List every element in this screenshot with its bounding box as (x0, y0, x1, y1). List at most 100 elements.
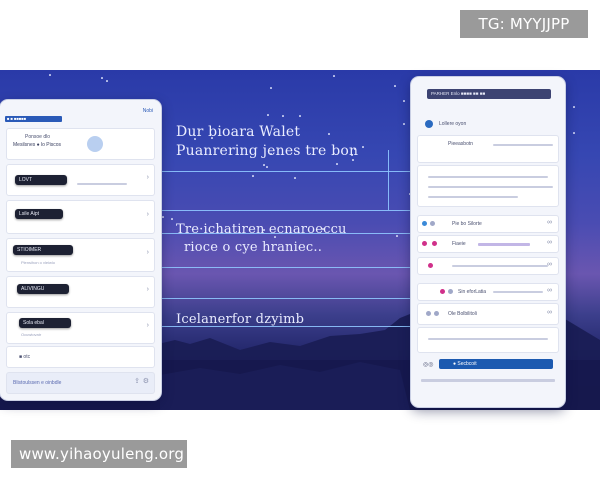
link-icon[interactable]: ∞ (547, 287, 552, 294)
star (396, 235, 398, 237)
right-header-bar: PARHER Enlo ■■■■ ■■ ■■ (427, 89, 551, 99)
list-item[interactable] (417, 165, 559, 207)
list-item[interactable]: LOVT › (6, 164, 155, 196)
row-label: ■ otc (19, 354, 31, 360)
watermark-top: TG: MYYJJPP (460, 10, 588, 38)
link-icon[interactable]: ∞ (547, 239, 552, 246)
section-header: Lollere oyon (417, 117, 559, 131)
status-dot (440, 289, 445, 294)
progress-line (428, 176, 548, 178)
connector-line (388, 150, 389, 210)
row-caption: Plensihon o vleiwlo (21, 260, 56, 265)
status-dot (432, 241, 437, 246)
connector-line (160, 233, 410, 234)
action-row: ◎◎ ● Secbcoit (417, 355, 559, 373)
progress-line (77, 183, 127, 185)
status-dot (434, 311, 439, 316)
progress-line (452, 265, 548, 267)
connector-line (160, 267, 410, 268)
pill-button[interactable]: Sola ebal (19, 318, 71, 328)
glasses-icon: ◎◎ (423, 362, 434, 368)
star (162, 216, 164, 218)
star (362, 146, 364, 148)
search-bar[interactable]: Blistoulssen e oinbdle ⇪ ⚙ (6, 372, 155, 394)
star (101, 77, 103, 79)
item-label: Fiaeie (452, 241, 466, 247)
watermark-bottom: www.yihaoyuleng.org (11, 440, 187, 468)
list-item[interactable]: Lsile Aipt › (6, 200, 155, 234)
profile-title: Ponsoe dlo (25, 134, 51, 140)
list-item[interactable]: ∞ (417, 257, 559, 275)
list-item[interactable]: Ole Bolbilitoli ∞ (417, 303, 559, 325)
list-item[interactable]: Sola ebal Ocuwtovatr › (6, 312, 155, 344)
link-icon[interactable]: ∞ (547, 219, 552, 226)
header-right-label[interactable]: Nobi (143, 108, 153, 114)
star (252, 175, 254, 177)
status-dot (422, 221, 427, 226)
pill-button[interactable]: Lsile Aipt (15, 209, 63, 219)
search-placeholder: Blistoulssen e oinbdle (13, 380, 62, 386)
star (106, 80, 108, 82)
status-dot (426, 311, 431, 316)
list-item[interactable]: Fiaeie ∞ (417, 235, 559, 253)
star (294, 177, 296, 179)
star (171, 218, 173, 220)
link-icon[interactable]: ∞ (547, 261, 552, 268)
pill-button[interactable]: ALIVINGU (17, 284, 69, 294)
info-icon (425, 120, 433, 128)
progress-line (493, 144, 553, 146)
primary-action-button[interactable]: ● Secbcoit (439, 359, 553, 369)
list-item[interactable]: ALIVINGU › (6, 276, 155, 308)
list-item[interactable]: Pieeasbotn (417, 135, 559, 163)
star (270, 87, 272, 89)
chevron-right-icon: › (146, 174, 149, 181)
item-label: Ole Bolbilitoli (448, 311, 477, 317)
pill-button[interactable]: LOVT (15, 175, 67, 185)
progress-line (428, 196, 518, 198)
connector-line (160, 326, 410, 327)
profile-card[interactable]: Ponsoe dlo Mesilsnes ● lo Piscos (6, 128, 155, 160)
star (263, 164, 265, 166)
settings-icon[interactable]: ⚙ (143, 377, 149, 385)
star (403, 123, 405, 125)
star (394, 85, 396, 87)
headline-line-4: rioce o cye hraniec.. (184, 240, 323, 255)
chevron-right-icon: › (146, 286, 149, 293)
chevron-right-icon: › (146, 249, 149, 256)
progress-line (428, 338, 548, 340)
chevron-right-icon: › (146, 322, 149, 329)
star (49, 74, 51, 76)
status-dot (428, 263, 433, 268)
item-label: Pie bo Silorte (452, 221, 482, 227)
star (573, 106, 575, 108)
star (333, 75, 335, 77)
avatar (87, 136, 103, 152)
connector-line (160, 171, 410, 172)
link-icon[interactable]: ∞ (547, 309, 552, 316)
list-item[interactable]: Pie bo Silorte ∞ (417, 215, 559, 233)
list-item[interactable]: STIOIMER Plensihon o vleiwlo › (6, 238, 155, 272)
list-item[interactable]: ■ otc (6, 346, 155, 368)
pill-button[interactable]: STIOIMER (13, 245, 73, 255)
home-indicator (421, 379, 555, 382)
share-icon[interactable]: ⇪ (134, 377, 140, 385)
list-item[interactable]: Sin eforLatia ∞ (417, 283, 559, 301)
headline-line-5: Icelanerfor dzyimb (176, 312, 305, 327)
star (403, 100, 405, 102)
item-label: Pieeasbotn (448, 141, 474, 147)
section-label: Lollere oyon (439, 121, 467, 127)
profile-subtitle: Mesilsnes ● lo Piscos (13, 142, 62, 148)
tab-active[interactable]: ■ ■ ■■■■■ (5, 116, 62, 122)
star (573, 132, 575, 134)
connector-line (160, 210, 410, 211)
right-phone-panel: PARHER Enlo ■■■■ ■■ ■■ Lollere oyon Piee… (411, 77, 565, 407)
progress-line (428, 186, 553, 188)
star (282, 115, 284, 117)
list-item[interactable] (417, 327, 559, 353)
progress-line (478, 243, 530, 246)
item-label: Sin eforLatia (458, 289, 487, 295)
chevron-right-icon: › (146, 211, 149, 218)
headline-line-3: Tre·ichatiren ecnaroeccu (176, 222, 347, 237)
status-dot (422, 241, 427, 246)
status-dot (430, 221, 435, 226)
